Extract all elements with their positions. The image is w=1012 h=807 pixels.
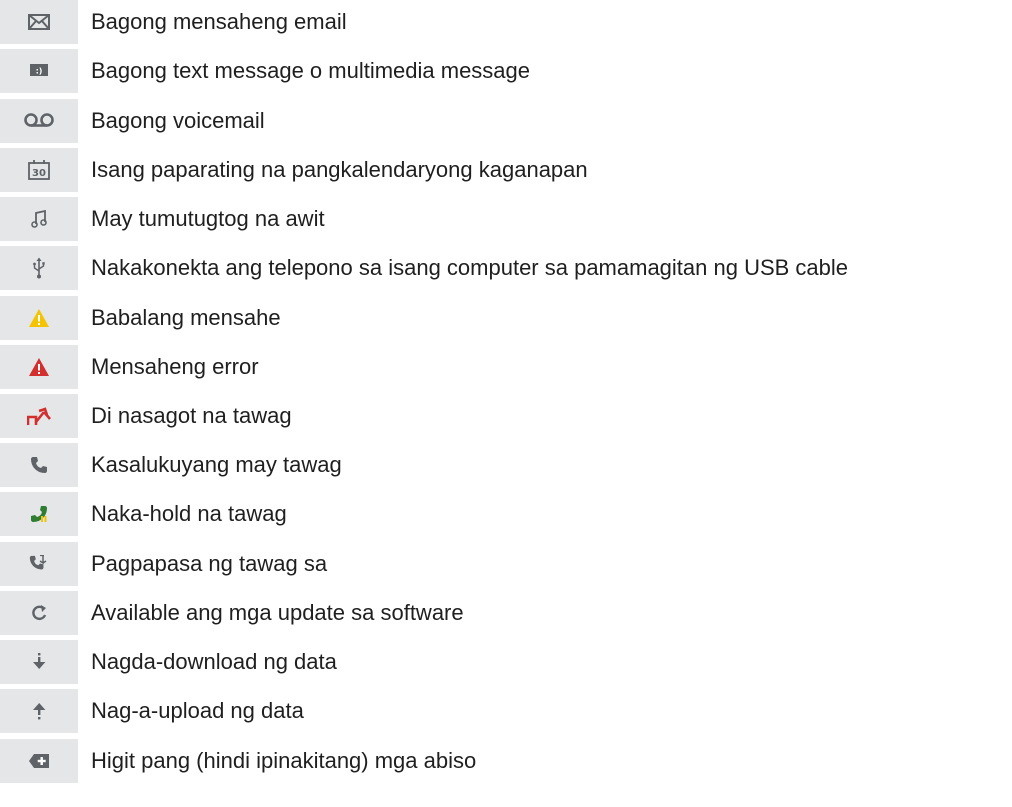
upload-icon	[0, 689, 78, 733]
calendar-30-icon: 30	[0, 148, 78, 192]
legend-row: Bagong voicemail	[0, 99, 1012, 143]
legend-row: Higit pang (hindi ipinakitang) mga abiso	[0, 739, 1012, 783]
software-update-icon	[0, 591, 78, 635]
legend-label: Nakakonekta ang telepono sa isang comput…	[91, 255, 849, 280]
svg-text::): :)	[36, 67, 43, 76]
legend-row: Nakakonekta ang telepono sa isang comput…	[0, 246, 1012, 290]
legend-label: Bagong mensaheng email	[91, 9, 347, 34]
legend-label: Higit pang (hindi ipinakitang) mga abiso	[91, 748, 477, 773]
legend-label: Nagda-download ng data	[91, 649, 337, 674]
legend-row: Bagong mensaheng email	[0, 0, 1012, 44]
legend-label: Pagpapasa ng tawag sa	[91, 551, 328, 576]
legend-row: Pagpapasa ng tawag sa	[0, 542, 1012, 586]
call-on-hold-icon	[0, 492, 78, 536]
legend-label: Bagong text message o multimedia message	[91, 58, 531, 83]
download-icon	[0, 640, 78, 684]
legend-row: May tumutugtog na awit	[0, 197, 1012, 241]
legend-label: Available ang mga update sa software	[91, 600, 464, 625]
legend-label: Babalang mensahe	[91, 305, 281, 330]
sms-message-icon: :)	[0, 49, 78, 93]
legend-label: Kasalukuyang may tawag	[91, 452, 342, 477]
legend-label: Nag-a-upload ng data	[91, 698, 304, 723]
svg-text:30: 30	[32, 168, 46, 179]
legend-row: 30 Isang paparating na pangkalendaryong …	[0, 148, 1012, 192]
email-envelope-icon	[0, 0, 78, 44]
legend-label: Naka-hold na tawag	[91, 501, 287, 526]
legend-label: May tumutugtog na awit	[91, 206, 325, 231]
legend-row: Naka-hold na tawag	[0, 492, 1012, 536]
legend-label: Isang paparating na pangkalendaryong kag…	[91, 157, 588, 182]
legend-row: Available ang mga update sa software	[0, 591, 1012, 635]
legend-label: Di nasagot na tawag	[91, 403, 292, 428]
legend-row: :) Bagong text message o multimedia mess…	[0, 49, 1012, 93]
music-note-icon	[0, 197, 78, 241]
more-notifications-icon	[0, 739, 78, 783]
missed-call-icon	[0, 394, 78, 438]
legend-row: Kasalukuyang may tawag	[0, 443, 1012, 487]
legend-row: Nagda-download ng data	[0, 640, 1012, 684]
legend-label: Bagong voicemail	[91, 108, 265, 133]
warning-yellow-icon	[0, 296, 78, 340]
voicemail-icon	[0, 99, 78, 143]
legend-row: Di nasagot na tawag	[0, 394, 1012, 438]
legend-label: Mensaheng error	[91, 354, 259, 379]
error-red-icon	[0, 345, 78, 389]
usb-icon	[0, 246, 78, 290]
legend-row: Babalang mensahe	[0, 296, 1012, 340]
call-forward-icon	[0, 542, 78, 586]
legend-row: Nag-a-upload ng data	[0, 689, 1012, 733]
call-in-progress-icon	[0, 443, 78, 487]
legend-row: Mensaheng error	[0, 345, 1012, 389]
